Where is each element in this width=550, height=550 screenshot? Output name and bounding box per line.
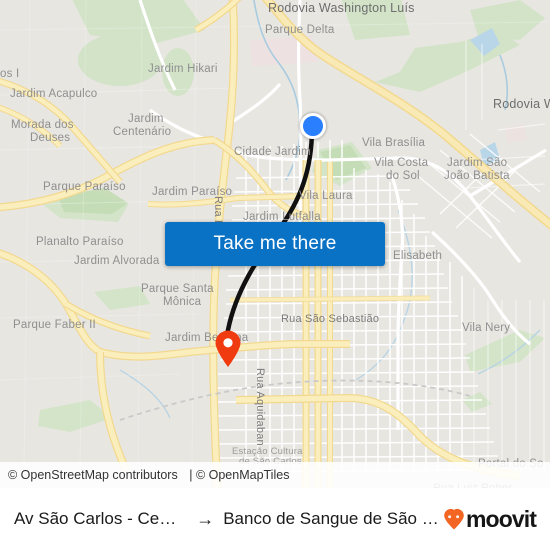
moovit-logo[interactable]: moovit [443, 505, 537, 533]
moovit-wordmark: moovit [466, 505, 537, 532]
openmaptiles-attribution-link[interactable]: © OpenMapTiles [196, 468, 290, 482]
attribution-text: © OpenStreetMap contributors | © OpenMap… [0, 468, 289, 482]
take-me-there-button[interactable]: Take me there [165, 222, 385, 266]
arrow-right-icon: → [196, 508, 215, 529]
trip-destination-label[interactable]: Banco de Sangue de São C... [223, 509, 443, 529]
attribution-separator: | [189, 468, 193, 482]
trip-footer: Av São Carlos - Cemi... → Banco de Sangu… [0, 488, 550, 550]
origin-marker[interactable] [300, 113, 326, 139]
moovit-mark-icon [443, 508, 465, 530]
moovit-map-screen: Parque Delta Rodovia Washington Luís Rodov… [0, 0, 550, 550]
osm-attribution-link[interactable]: © OpenStreetMap contributors [8, 468, 178, 482]
map-canvas[interactable]: Parque Delta Rodovia Washington Luís Rodov… [0, 0, 550, 488]
trip-origin-label[interactable]: Av São Carlos - Cemi... [14, 509, 187, 529]
destination-marker[interactable] [214, 330, 242, 368]
map-attribution: © OpenStreetMap contributors | © OpenMap… [0, 462, 550, 488]
take-me-there-label: Take me there [213, 233, 337, 254]
